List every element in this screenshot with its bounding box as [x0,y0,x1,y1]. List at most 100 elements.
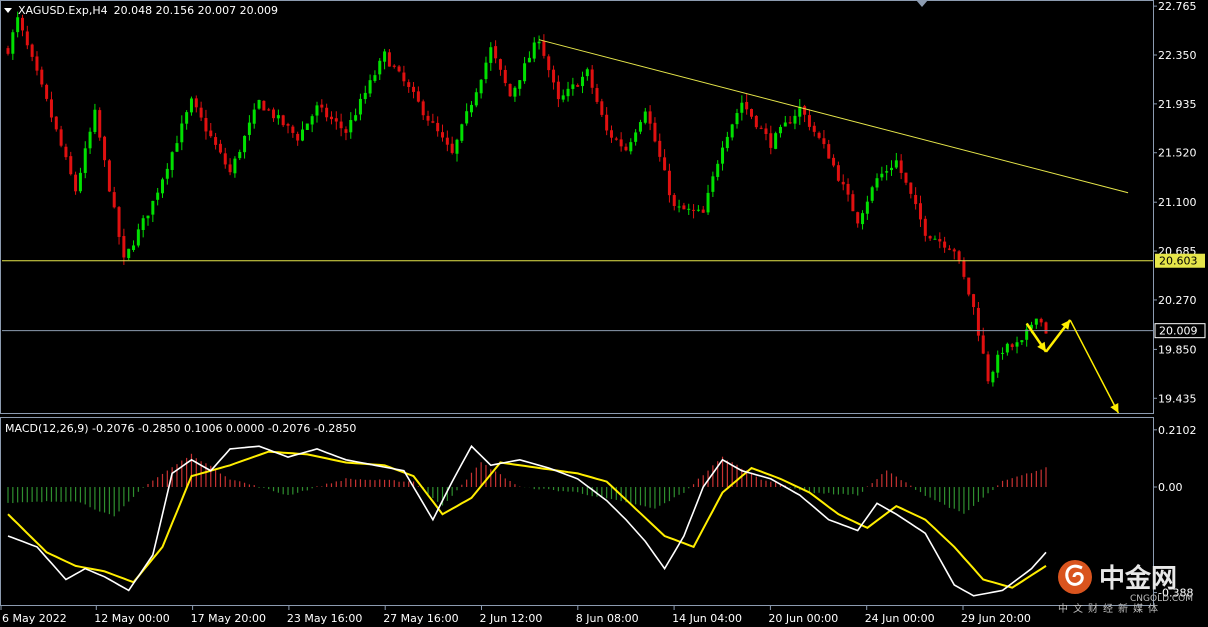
candle-body [465,111,469,124]
candle-body [552,69,556,83]
time-axis: 6 May 2022 12 May 00:00 17 May 20:00 23 May… [0,606,1031,625]
candle-body [209,130,213,137]
candle-body [199,107,203,118]
candle-body [1001,352,1005,354]
candle-body [571,84,575,89]
candle-body [238,152,242,159]
macd-lines [7,444,1047,597]
candle-body [508,83,512,97]
candle-body [585,69,589,77]
candle-body [817,132,821,138]
candle-body [904,172,908,183]
candle-body [793,115,797,124]
candle-body [383,51,387,62]
scroll-marker-icon[interactable] [916,0,928,7]
candle-body [523,63,527,82]
candle-body [914,195,918,205]
candle-body [175,143,179,152]
candle-body [325,107,329,118]
candle-body [667,170,671,196]
candle-body [918,203,922,220]
candle-body [609,130,613,138]
price-pane-frame [0,0,1154,414]
candle-body [677,206,681,208]
candle-body [706,192,710,213]
candle-body [107,160,111,192]
time-tick-label: 24 Jun 00:00 [865,612,935,625]
candle-body [672,195,676,206]
candle-body [957,251,961,261]
candle-body [431,121,435,123]
candle-body [223,153,227,165]
candle-body [711,176,715,192]
candle-body [856,212,860,224]
candle-body [20,17,24,31]
candle-body [745,101,749,110]
price-tick-label: 21.935 [1158,98,1197,111]
candle-body [11,32,15,54]
candle-body [35,56,39,71]
price-tick-label: 21.100 [1158,196,1197,209]
candle-body [88,131,92,149]
candle-body [301,129,305,141]
candle-body [981,335,985,354]
candle-body [783,122,787,127]
candle-body [233,158,237,174]
price-tick-label: 22.350 [1158,49,1197,62]
candle-body [392,65,396,67]
candle-body [581,76,585,87]
candle-body [469,104,473,113]
trendline[interactable] [538,39,1129,194]
candle-body [730,124,734,138]
candle-body [769,133,773,148]
candle-body [788,122,792,124]
candle-body [943,241,947,248]
candle-body [885,171,889,173]
candle-body [151,200,155,215]
candle-body [556,81,560,100]
candle-body [214,137,218,145]
candle-body [933,238,937,240]
candle-body [98,110,102,138]
price-tick-label: 22.765 [1158,0,1197,13]
candle-body [547,56,551,71]
candle-body [276,115,280,119]
symbol-menu-icon[interactable] [4,8,12,13]
candle-body [634,132,638,142]
candle-body [252,109,256,124]
candle-body [59,129,63,146]
candle-body [387,52,391,67]
candle-body [658,140,662,157]
candle-body [1044,322,1048,334]
candle-body [218,143,222,153]
candle-body [30,44,34,57]
time-tick-label: 8 Jun 08:00 [576,612,639,625]
candle-body [484,62,488,80]
candle-body [489,47,493,63]
macd-main-line [7,444,1047,597]
time-tick-label: 17 May 20:00 [191,612,266,625]
candle-body [851,194,855,212]
time-tick-label: 14 Jun 04:00 [672,612,742,625]
candle-body [474,92,478,106]
candle-body [735,113,739,125]
candle-body [412,86,416,92]
candle-body [503,69,507,84]
candle-body [136,229,140,246]
candle-body [590,69,594,88]
candle-body [315,105,319,116]
candle-body [682,205,686,210]
candle-body [103,136,107,161]
candle-body [397,66,401,72]
candle-body [880,173,884,178]
candle-body [841,181,845,185]
candle-body [339,121,343,129]
candle-body [170,152,174,170]
candle-body [648,111,652,124]
candle-body [78,172,82,192]
time-tick-label: 20 Jun 00:00 [768,612,838,625]
candle-body [45,84,49,99]
candle-body [566,88,570,97]
candle-body [117,207,121,237]
candle-body [445,137,449,145]
